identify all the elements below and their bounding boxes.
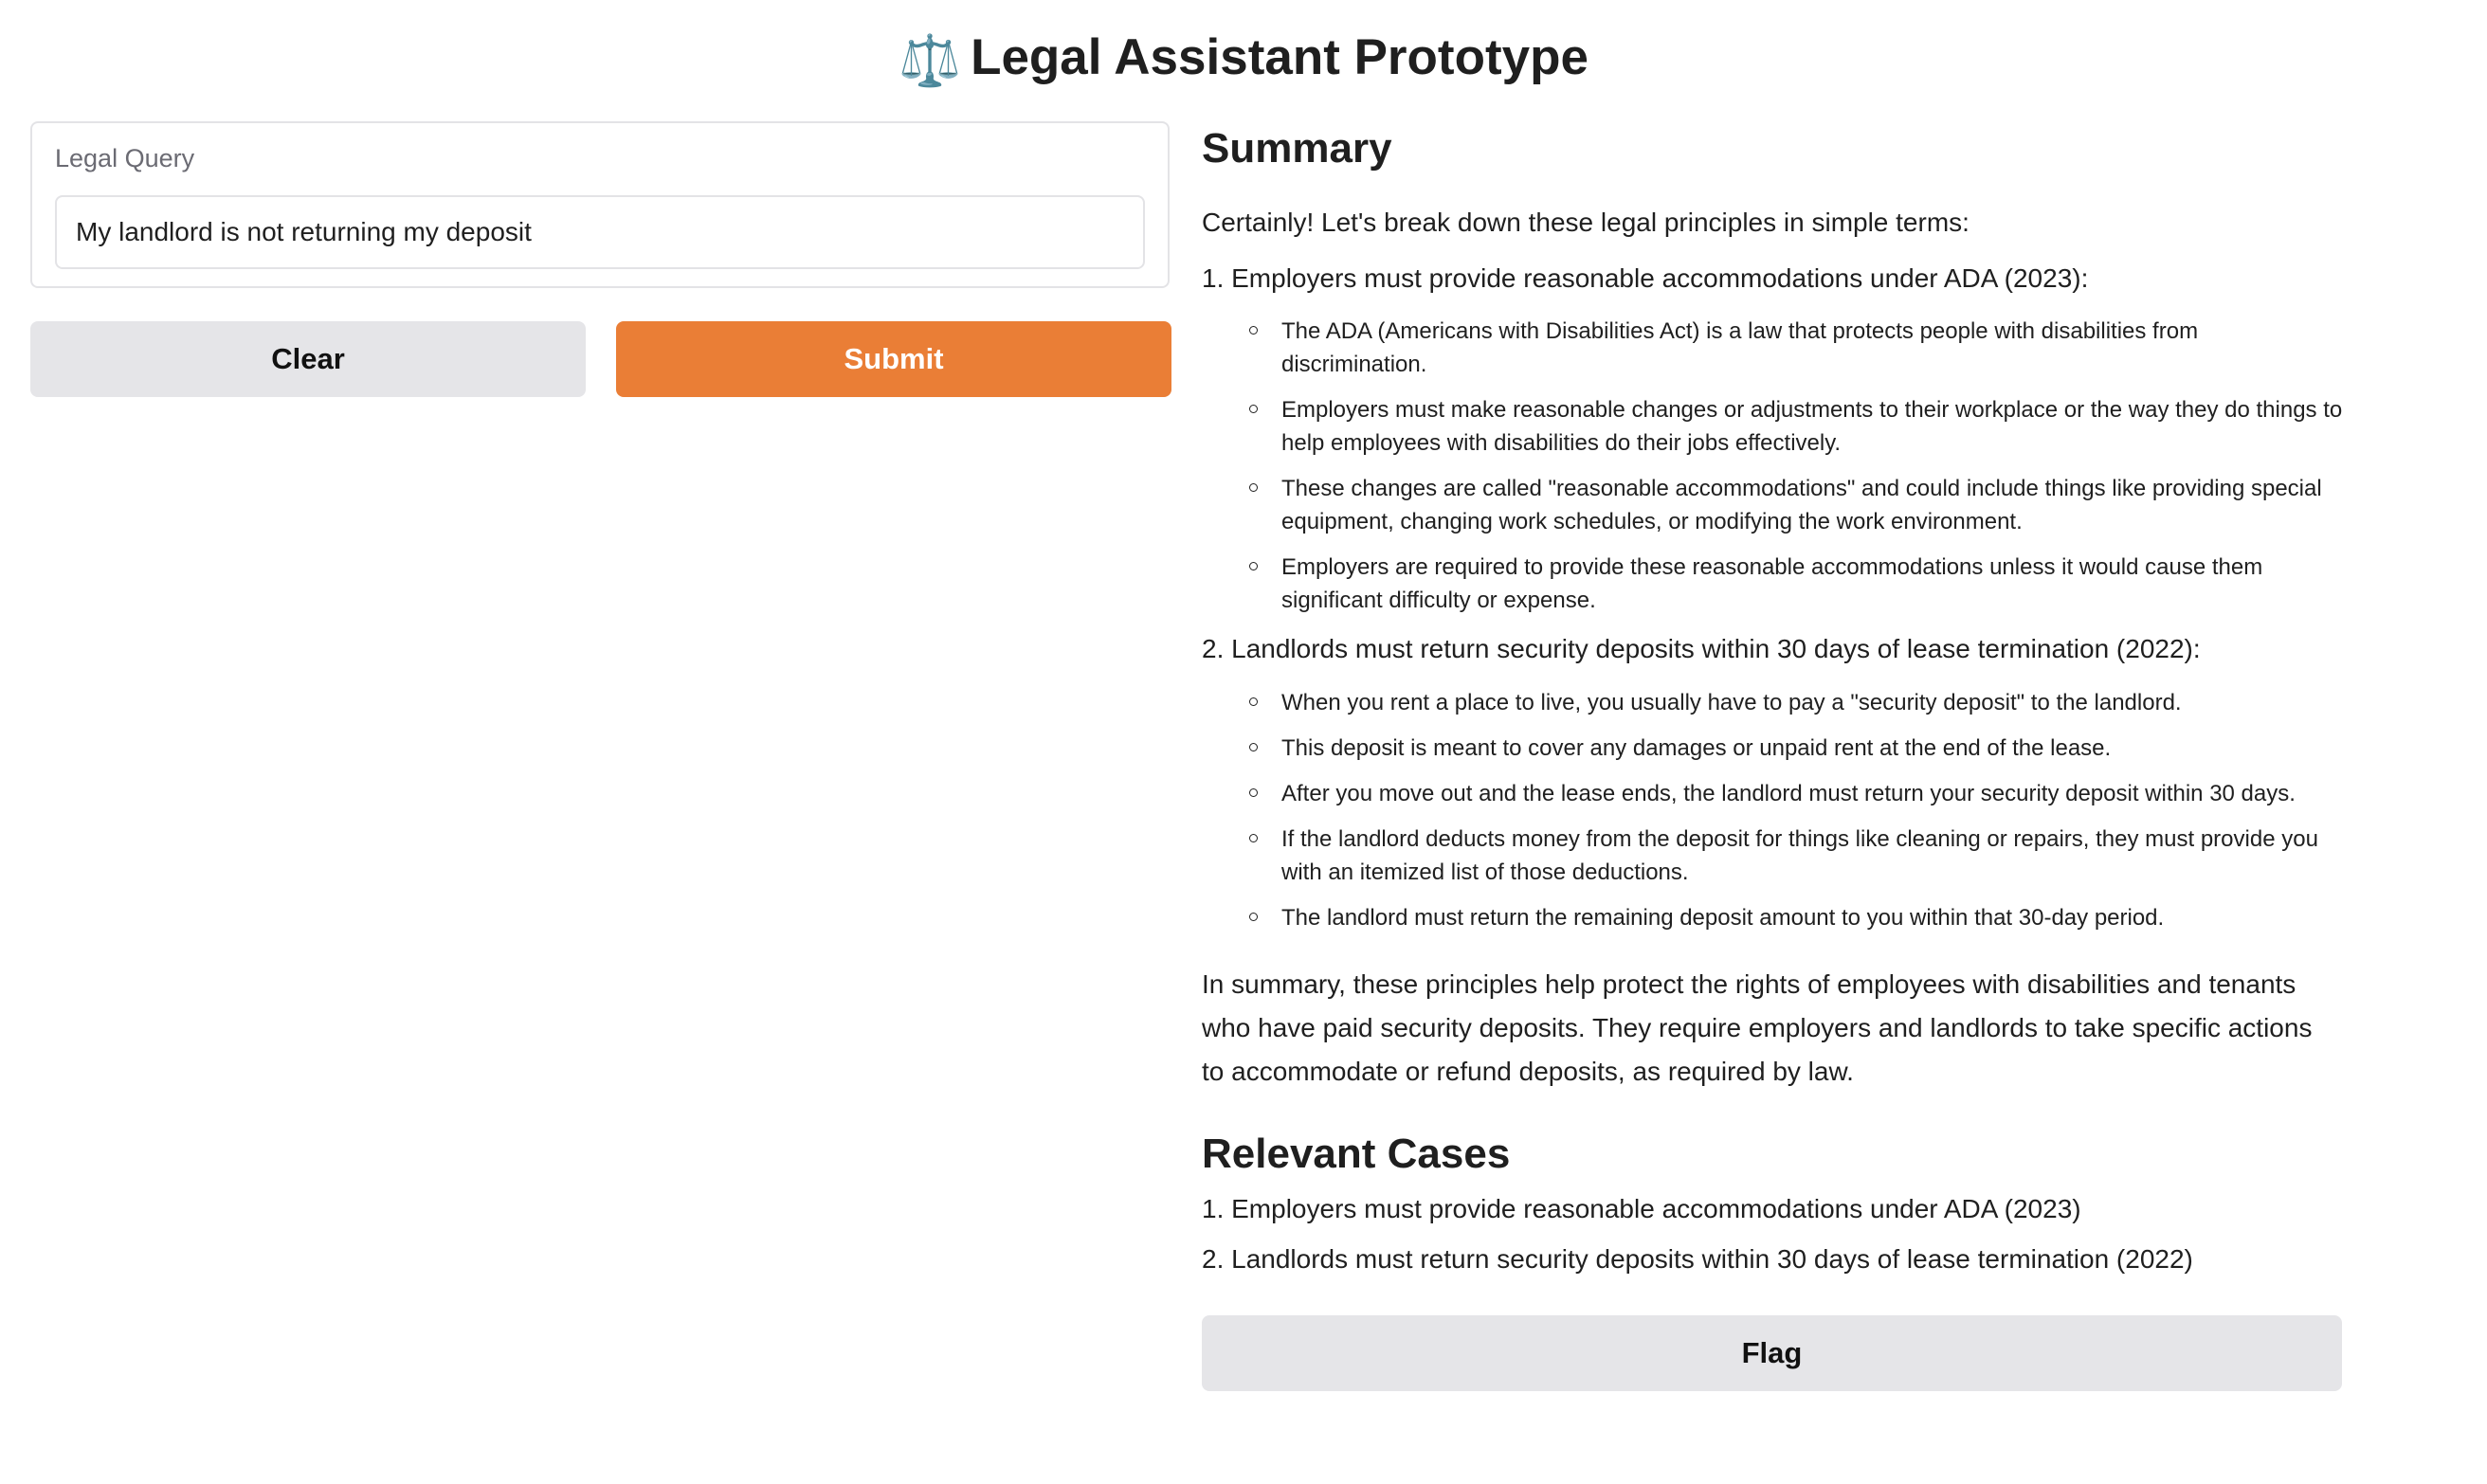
- query-label: Legal Query: [55, 144, 195, 172]
- list-item: Employers are required to provide these …: [1249, 551, 2349, 617]
- submit-button[interactable]: Submit: [616, 321, 1171, 397]
- summary-conclusion: In summary, these principles help protec…: [1202, 969, 2313, 1086]
- page-title: ⚖️ Legal Assistant Prototype: [0, 27, 2487, 93]
- scales-icon: ⚖️: [899, 33, 962, 89]
- case-item: 1. Employers must provide reasonable acc…: [1202, 1194, 2081, 1223]
- summary-point-bullets: When you rent a place to live, you usual…: [1249, 686, 2349, 947]
- summary-heading: Summary: [1202, 125, 1392, 172]
- page-title-text: Legal Assistant Prototype: [971, 29, 1588, 85]
- legal-query-panel: Legal Query: [30, 121, 1170, 288]
- case-item: 2. Landlords must return security deposi…: [1202, 1244, 2193, 1274]
- list-item: After you move out and the lease ends, t…: [1249, 777, 2349, 810]
- list-item: Employers must make reasonable changes o…: [1249, 393, 2349, 460]
- list-item: This deposit is meant to cover any damag…: [1249, 732, 2349, 765]
- clear-button[interactable]: Clear: [30, 321, 586, 397]
- list-item: The landlord must return the remaining d…: [1249, 901, 2349, 934]
- flag-button[interactable]: Flag: [1202, 1315, 2342, 1391]
- list-item: These changes are called "reasonable acc…: [1249, 472, 2349, 538]
- relevant-cases-heading: Relevant Cases: [1202, 1131, 1511, 1177]
- summary-point-bullets: The ADA (Americans with Disabilities Act…: [1249, 315, 2349, 629]
- summary-point-title: 1. Employers must provide reasonable acc…: [1202, 263, 2089, 293]
- list-item: The ADA (Americans with Disabilities Act…: [1249, 315, 2349, 381]
- output-panel: Summary Certainly! Let's break down thes…: [1202, 121, 2349, 1274]
- summary-point-title: 2. Landlords must return security deposi…: [1202, 634, 2201, 663]
- legal-query-input[interactable]: [55, 195, 1145, 269]
- summary-intro: Certainly! Let's break down these legal …: [1202, 208, 1970, 237]
- list-item: When you rent a place to live, you usual…: [1249, 686, 2349, 719]
- list-item: If the landlord deducts money from the d…: [1249, 823, 2349, 889]
